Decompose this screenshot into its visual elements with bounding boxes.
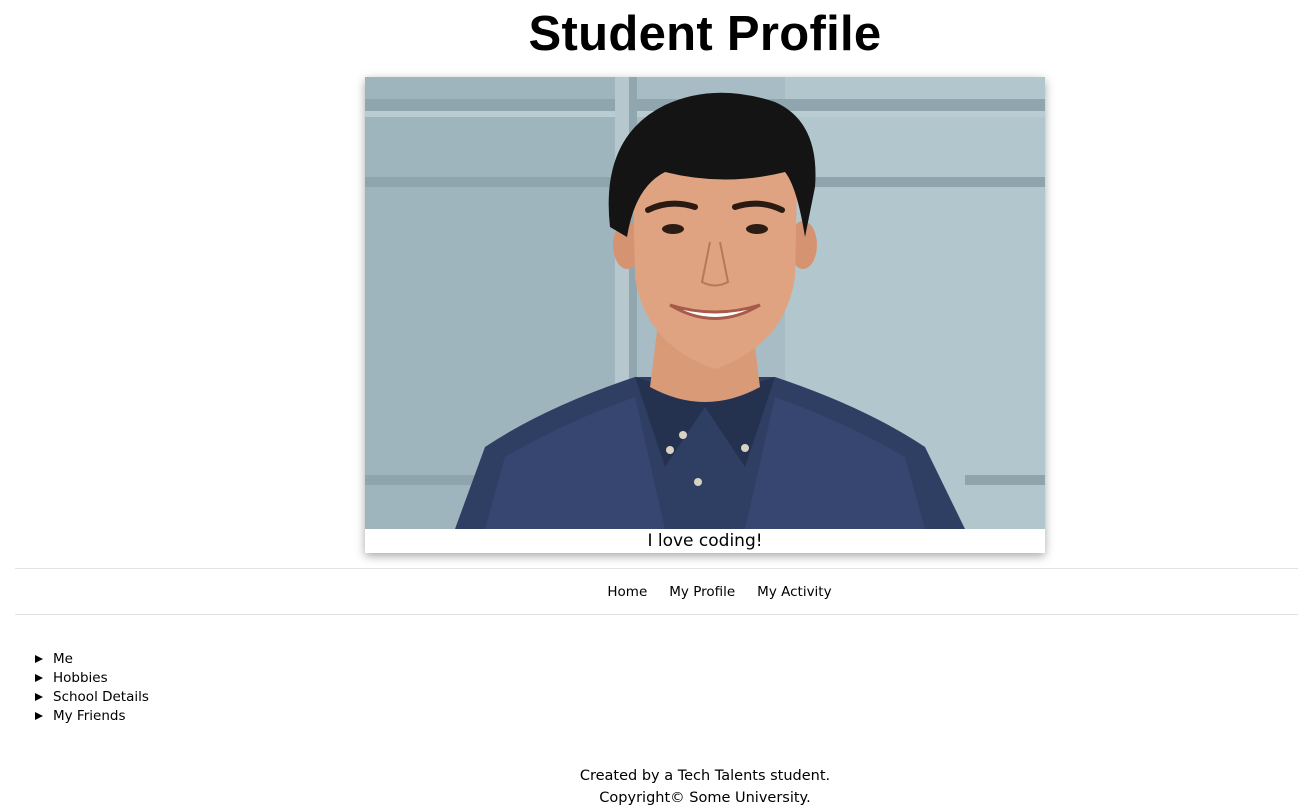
page-footer: Created by a Tech Talents student. Copyr… <box>0 765 1298 809</box>
nav-my-profile-link[interactable]: My Profile <box>669 584 735 600</box>
photo-caption: I love coding! <box>647 531 763 551</box>
profile-figure: I love coding! <box>365 77 1045 553</box>
section-my-friends[interactable]: My Friends <box>34 706 149 725</box>
nav-my-activity-link[interactable]: My Activity <box>757 584 831 600</box>
section-label: Hobbies <box>53 669 108 686</box>
section-label: School Details <box>53 688 149 705</box>
disclosure-triangle-icon <box>35 673 43 682</box>
disclosure-triangle-icon <box>35 711 43 720</box>
profile-sections: Me Hobbies School Details My Friends <box>34 649 149 725</box>
profile-photo <box>365 77 1045 529</box>
section-school-details[interactable]: School Details <box>34 687 149 706</box>
section-hobbies[interactable]: Hobbies <box>34 668 149 687</box>
section-label: My Friends <box>53 707 126 724</box>
footer-credit: Created by a Tech Talents student. <box>579 768 831 784</box>
footer-copyright: Copyright© Some University. <box>599 790 811 806</box>
main-nav: Home My Profile My Activity <box>15 568 1298 615</box>
section-label: Me <box>53 650 73 667</box>
page-title: Student Profile <box>528 7 882 61</box>
nav-home-link[interactable]: Home <box>607 584 647 600</box>
section-me[interactable]: Me <box>34 649 149 668</box>
disclosure-triangle-icon <box>35 654 43 663</box>
disclosure-triangle-icon <box>35 692 43 701</box>
